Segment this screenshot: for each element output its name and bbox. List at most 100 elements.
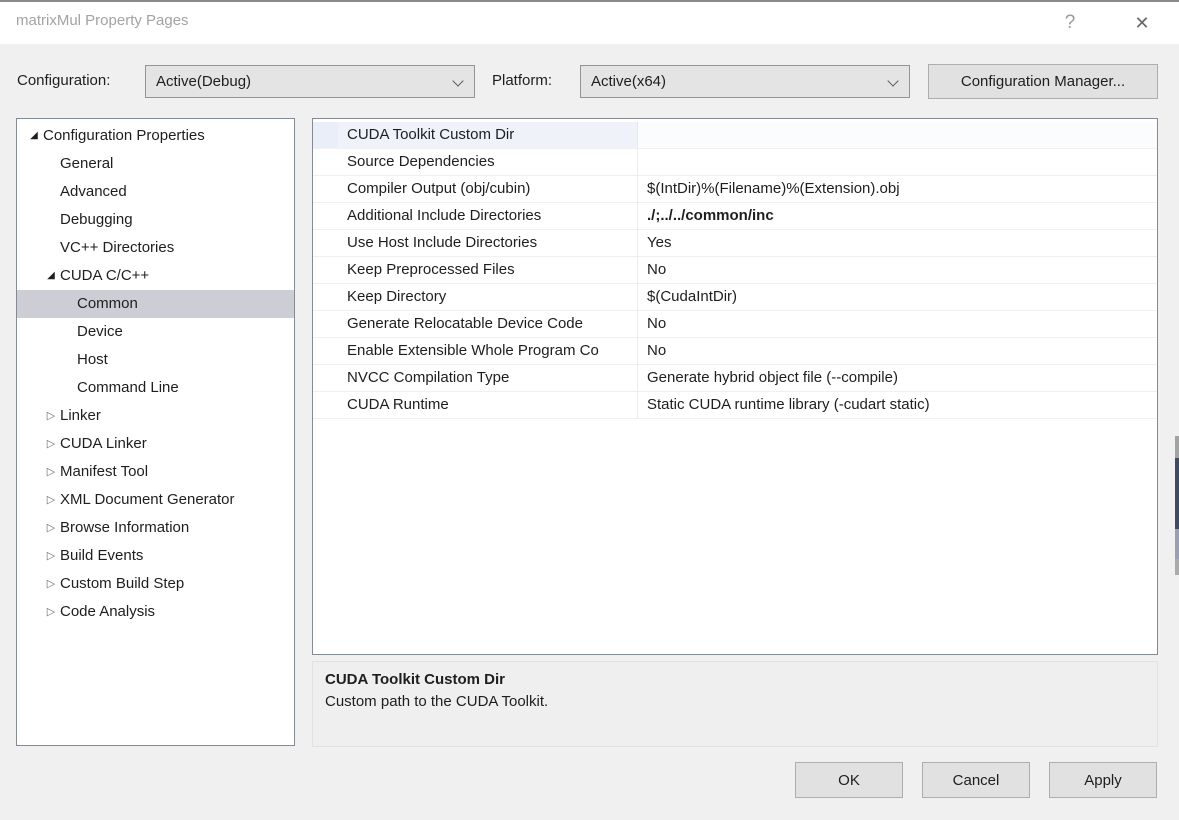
property-value[interactable]: Yes [638, 230, 1157, 256]
property-value[interactable]: Generate hybrid object file (--compile) [638, 365, 1157, 391]
tree-item-label: Linker [60, 402, 101, 430]
property-row-cuda-runtime[interactable]: CUDA RuntimeStatic CUDA runtime library … [313, 392, 1157, 419]
sidebar-item-browse-information[interactable]: ▷Browse Information [17, 514, 294, 542]
tree-item-label: Debugging [60, 206, 133, 234]
sidebar-item-debugging[interactable]: Debugging [17, 206, 294, 234]
property-grid: CUDA Toolkit Custom DirSource Dependenci… [312, 118, 1158, 655]
property-row-keep-directory[interactable]: Keep Directory$(CudaIntDir) [313, 284, 1157, 311]
tree-collapsed-icon[interactable]: ▷ [42, 514, 60, 542]
configuration-dropdown-value: Active(Debug) [156, 73, 251, 90]
sidebar-item-host[interactable]: Host [17, 346, 294, 374]
sidebar-item-cuda-linker[interactable]: ▷CUDA Linker [17, 430, 294, 458]
property-row-gutter [313, 257, 338, 283]
sidebar-item-vc-directories[interactable]: VC++ Directories [17, 234, 294, 262]
tree-collapsed-icon[interactable]: ▷ [42, 570, 60, 598]
property-row-additional-include-directories[interactable]: Additional Include Directories./;../../c… [313, 203, 1157, 230]
tree-collapsed-icon[interactable]: ▷ [42, 542, 60, 570]
property-name: CUDA Toolkit Custom Dir [338, 122, 638, 148]
sidebar-item-linker[interactable]: ▷Linker [17, 402, 294, 430]
cancel-button[interactable]: Cancel [922, 762, 1030, 798]
property-value[interactable]: ./;../../common/inc [638, 203, 1157, 229]
property-row-gutter [313, 284, 338, 310]
tree-item-label: Common [77, 290, 138, 318]
property-name: NVCC Compilation Type [338, 365, 638, 391]
property-value[interactable]: No [638, 338, 1157, 364]
property-row-gutter [313, 230, 338, 256]
tree-item-label: Device [77, 318, 123, 346]
window-title: matrixMul Property Pages [16, 12, 189, 29]
sidebar-item-code-analysis[interactable]: ▷Code Analysis [17, 598, 294, 626]
tree-item-label: Build Events [60, 542, 143, 570]
ok-button[interactable]: OK [795, 762, 903, 798]
property-row-gutter [313, 149, 338, 175]
sidebar-item-configuration-properties[interactable]: ◢Configuration Properties [17, 122, 294, 150]
property-value[interactable] [638, 122, 1157, 148]
property-row-gutter [313, 338, 338, 364]
property-row-compiler-output-obj-cubin[interactable]: Compiler Output (obj/cubin)$(IntDir)%(Fi… [313, 176, 1157, 203]
sidebar-item-cuda-c-c[interactable]: ◢CUDA C/C++ [17, 262, 294, 290]
tree-item-label: General [60, 150, 113, 178]
property-value[interactable]: $(IntDir)%(Filename)%(Extension).obj [638, 176, 1157, 202]
configuration-dropdown[interactable]: Active(Debug) [145, 65, 475, 98]
background-window-sliver [1175, 458, 1179, 529]
property-row-nvcc-compilation-type[interactable]: NVCC Compilation TypeGenerate hybrid obj… [313, 365, 1157, 392]
platform-dropdown[interactable]: Active(x64) [580, 65, 910, 98]
property-value[interactable]: $(CudaIntDir) [638, 284, 1157, 310]
property-row-source-dependencies[interactable]: Source Dependencies [313, 149, 1157, 176]
configuration-label: Configuration: [17, 72, 110, 89]
property-value[interactable] [638, 149, 1157, 175]
configuration-tree: ◢Configuration PropertiesGeneralAdvanced… [16, 118, 295, 746]
property-value[interactable]: Static CUDA runtime library (-cudart sta… [638, 392, 1157, 418]
property-name: Enable Extensible Whole Program Co [338, 338, 638, 364]
tree-item-label: Command Line [77, 374, 179, 402]
tree-collapsed-icon[interactable]: ▷ [42, 402, 60, 430]
background-window-sliver [1175, 529, 1179, 559]
tree-item-label: Configuration Properties [43, 122, 205, 150]
tree-collapsed-icon[interactable]: ▷ [42, 430, 60, 458]
sidebar-item-advanced[interactable]: Advanced [17, 178, 294, 206]
property-row-use-host-include-directories[interactable]: Use Host Include DirectoriesYes [313, 230, 1157, 257]
property-row-gutter [313, 392, 338, 418]
property-row-keep-preprocessed-files[interactable]: Keep Preprocessed FilesNo [313, 257, 1157, 284]
tree-expanded-icon[interactable]: ◢ [25, 122, 43, 150]
sidebar-item-custom-build-step[interactable]: ▷Custom Build Step [17, 570, 294, 598]
configuration-manager-button[interactable]: Configuration Manager... [928, 64, 1158, 99]
help-icon[interactable]: ? [1052, 8, 1088, 38]
tree-item-label: Manifest Tool [60, 458, 148, 486]
sidebar-item-manifest-tool[interactable]: ▷Manifest Tool [17, 458, 294, 486]
property-row-gutter [313, 203, 338, 229]
tree-collapsed-icon[interactable]: ▷ [42, 598, 60, 626]
property-row-cuda-toolkit-custom-dir[interactable]: CUDA Toolkit Custom Dir [313, 122, 1157, 149]
tree-item-label: Code Analysis [60, 598, 155, 626]
property-row-enable-extensible-whole-program-co[interactable]: Enable Extensible Whole Program CoNo [313, 338, 1157, 365]
sidebar-item-xml-document-generator[interactable]: ▷XML Document Generator [17, 486, 294, 514]
tree-item-label: Advanced [60, 178, 127, 206]
tree-item-label: XML Document Generator [60, 486, 235, 514]
property-description-text: Custom path to the CUDA Toolkit. [325, 693, 1145, 710]
property-value[interactable]: No [638, 311, 1157, 337]
close-icon[interactable]: ✕ [1124, 8, 1160, 38]
property-name: Generate Relocatable Device Code [338, 311, 638, 337]
property-name: Keep Directory [338, 284, 638, 310]
sidebar-item-common[interactable]: Common [17, 290, 294, 318]
property-name: Use Host Include Directories [338, 230, 638, 256]
property-name: CUDA Runtime [338, 392, 638, 418]
tree-collapsed-icon[interactable]: ▷ [42, 486, 60, 514]
tree-collapsed-icon[interactable]: ▷ [42, 458, 60, 486]
chevron-down-icon [887, 75, 898, 86]
sidebar-item-general[interactable]: General [17, 150, 294, 178]
background-window-sliver [1175, 559, 1179, 575]
chevron-down-icon [452, 75, 463, 86]
platform-label: Platform: [492, 72, 552, 89]
sidebar-item-device[interactable]: Device [17, 318, 294, 346]
apply-button[interactable]: Apply [1049, 762, 1157, 798]
tree-expanded-icon[interactable]: ◢ [42, 262, 60, 290]
tree-item-label: CUDA C/C++ [60, 262, 149, 290]
property-name: Compiler Output (obj/cubin) [338, 176, 638, 202]
property-row-generate-relocatable-device-code[interactable]: Generate Relocatable Device CodeNo [313, 311, 1157, 338]
property-value[interactable]: No [638, 257, 1157, 283]
property-row-gutter [313, 122, 338, 148]
background-window-sliver [1175, 436, 1179, 458]
sidebar-item-command-line[interactable]: Command Line [17, 374, 294, 402]
sidebar-item-build-events[interactable]: ▷Build Events [17, 542, 294, 570]
